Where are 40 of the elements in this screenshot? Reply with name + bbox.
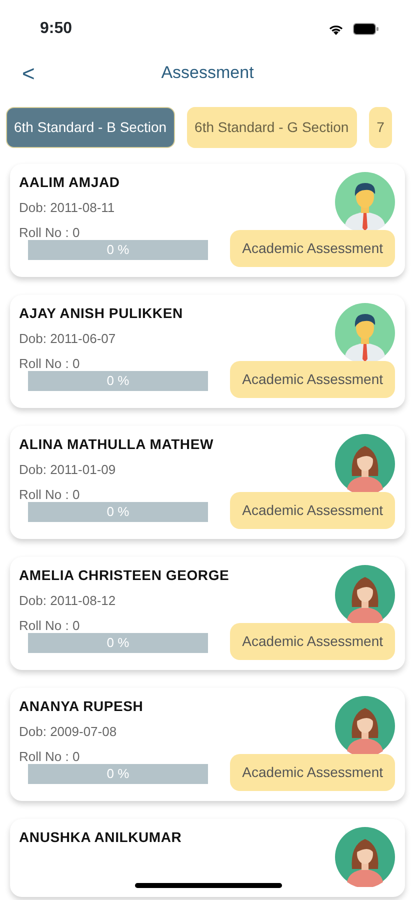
avatar-icon xyxy=(335,303,395,363)
progress-text: 0 % xyxy=(106,241,130,259)
student-name: ANUSHKA ANILKUMAR xyxy=(19,828,182,847)
progress-text: 0 % xyxy=(106,372,130,390)
student-name: AJAY ANISH PULIKKEN xyxy=(19,304,183,323)
assessment-button[interactable]: Academic Assessment xyxy=(230,230,395,267)
back-button[interactable]: < xyxy=(14,56,43,90)
progress-text: 0 % xyxy=(106,765,130,783)
roll-number: Roll No : 0 xyxy=(19,616,81,634)
roll-number: Roll No : 0 xyxy=(19,224,81,242)
avatar-icon xyxy=(335,565,395,625)
roll-number: Roll No : 0 xyxy=(19,486,81,504)
section-tab[interactable]: 6th Standard - B Section xyxy=(6,107,175,148)
assessment-button[interactable]: Academic Assessment xyxy=(230,492,395,529)
battery-icon xyxy=(353,23,379,35)
section-tab[interactable]: 7 xyxy=(368,107,392,148)
roll-number: Roll No : 0 xyxy=(19,354,81,372)
student-name: ALINA MATHULLA MATHEW xyxy=(19,435,214,454)
birth-date: Dob: 2011-06-07 xyxy=(19,330,117,348)
avatar-icon xyxy=(335,696,395,756)
assessment-button[interactable]: Academic Assessment xyxy=(230,754,395,791)
birth-date: Dob: 2011-01-09 xyxy=(19,461,117,479)
wifi-icon xyxy=(327,22,345,36)
birth-date: Dob: 2011-08-12 xyxy=(19,592,117,610)
progress-text: 0 % xyxy=(106,503,130,521)
student-name: ANANYA RUPESH xyxy=(19,697,144,716)
avatar-icon xyxy=(335,434,395,494)
birth-date: Dob: 2011-08-11 xyxy=(19,199,116,217)
student-name: AALIM AMJAD xyxy=(19,173,120,192)
birth-date: Dob: 2009-07-08 xyxy=(19,723,118,741)
status-time: 9:50 xyxy=(40,19,72,39)
assessment-button[interactable]: Academic Assessment xyxy=(230,361,395,398)
progress-text: 0 % xyxy=(106,634,130,652)
section-tab[interactable]: 6th Standard - G Section xyxy=(186,107,357,148)
roll-number: Roll No : 0 xyxy=(19,748,81,766)
avatar-icon xyxy=(335,172,395,232)
page-title: Assessment xyxy=(161,62,254,84)
student-name: AMELIA CHRISTEEN GEORGE xyxy=(19,566,230,585)
avatar-icon xyxy=(335,827,395,887)
assessment-button[interactable]: Academic Assessment xyxy=(230,623,395,660)
